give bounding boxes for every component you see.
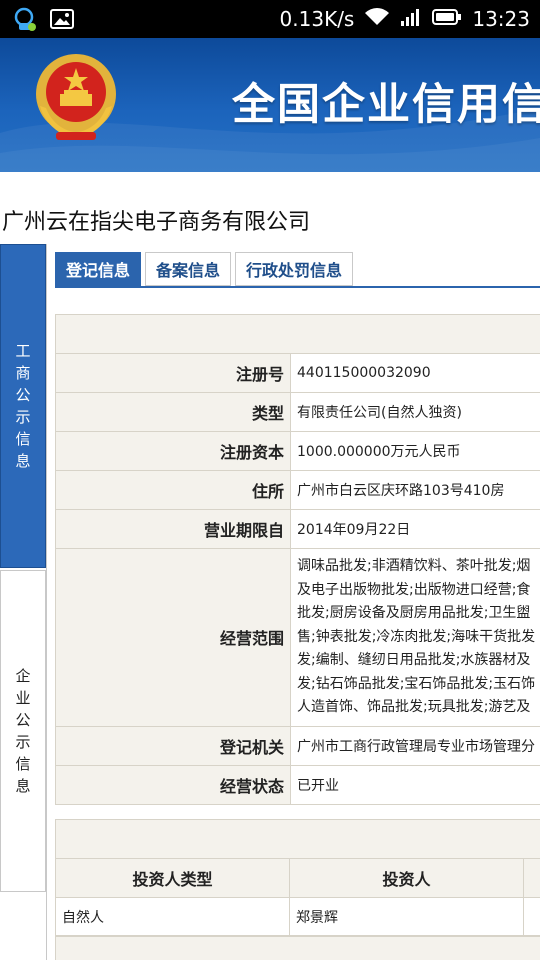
table-row: 类型 有限责任公司(自然人独资): [55, 392, 540, 432]
site-banner: 全国企业信用信: [0, 38, 540, 172]
sidebar-char: 信: [15, 755, 31, 773]
status-bar-left: [12, 6, 74, 36]
field-value: 有限责任公司(自然人独资): [290, 392, 540, 432]
column-header-more: [523, 858, 540, 898]
tab-filing-info[interactable]: 备案信息: [145, 252, 232, 286]
scope-line: 批发;厨房设备及厨房用品批发;卫生盥: [297, 605, 531, 621]
network-speed: 0.13K/s: [279, 7, 355, 31]
section-footer: [55, 936, 540, 960]
battery-icon: [432, 7, 462, 31]
scope-line: 人造首饰、饰品批发;玩具批发;游艺及: [297, 699, 531, 715]
field-label: 登记机关: [55, 725, 291, 766]
column-header-investor: 投资人: [289, 858, 524, 898]
table-row: 营业期限自 2014年09月22日: [55, 509, 540, 549]
table-row: 登记机关 广州市工商行政管理局专业市场管理分: [55, 725, 540, 766]
banner-title: 全国企业信用信: [232, 80, 540, 130]
investor-section-header: [55, 819, 540, 859]
field-value: 2014年09月22日: [290, 509, 540, 549]
sidebar-char: 企: [15, 667, 31, 685]
sidebar-char: 息: [15, 452, 31, 470]
field-label: 经营范围: [55, 548, 291, 727]
table-row: 注册资本 1000.000000万元人民币: [55, 431, 540, 471]
investor-type-cell: 自然人: [55, 897, 290, 936]
field-value: 广州市白云区庆环路103号410房: [290, 470, 540, 510]
status-bar: 0.13K/s 13:23: [0, 0, 540, 38]
sidebar-char: 示: [15, 408, 31, 426]
investor-name-cell: 郑景辉: [289, 897, 524, 936]
image-icon: [50, 8, 74, 34]
sidebar-item-enterprise-disclosure[interactable]: 企 业 公 示 信 息: [0, 570, 46, 892]
sidebar-char: 示: [15, 733, 31, 751]
tab-penalty-info[interactable]: 行政处罚信息: [235, 252, 354, 286]
signal-icon: [400, 7, 422, 32]
table-header-row: 投资人类型 投资人: [55, 858, 540, 898]
wifi-icon: [364, 7, 390, 32]
table-row: 自然人 郑景辉: [55, 897, 540, 936]
notification-app-icon: [12, 6, 38, 36]
status-bar-right: 0.13K/s 13:23: [280, 0, 530, 38]
table-row: 住所 广州市白云区庆环路103号410房: [55, 470, 540, 510]
field-value: 已开业: [290, 764, 540, 805]
table-row: 经营范围 调味品批发;非酒精饮料、茶叶批发;烟 及电子出版物批发;出版物进口经营…: [55, 548, 540, 727]
tab-registration-info[interactable]: 登记信息: [55, 252, 142, 286]
registration-section-header: [55, 314, 540, 354]
sidebar-item-business-disclosure[interactable]: 工 商 公 示 信 息: [0, 244, 46, 568]
scope-line: 调味品批发;非酒精饮料、茶叶批发;烟: [297, 558, 531, 574]
field-label: 经营状态: [55, 764, 291, 805]
scope-line: 发;编制、缝纫日用品批发;水族器材及: [297, 652, 531, 668]
business-scope-value: 调味品批发;非酒精饮料、茶叶批发;烟 及电子出版物批发;出版物进口经营;食 批发…: [290, 548, 540, 727]
scope-line: 及电子出版物批发;出版物进口经营;食: [297, 581, 531, 598]
sidebar-char: 工: [15, 342, 31, 360]
sidebar-char: 息: [15, 777, 31, 795]
national-emblem-icon: [36, 54, 116, 140]
scope-line: 售;钟表批发;冷冻肉批发;海味干货批发: [297, 628, 536, 645]
sidebar-char: 商: [15, 364, 31, 382]
tab-underline: [55, 286, 540, 288]
registration-table: 注册号 440115000032090 类型 有限责任公司(自然人独资) 注册资…: [55, 353, 540, 805]
investor-table: 投资人类型 投资人 自然人 郑景辉: [55, 858, 540, 936]
field-label: 住所: [55, 470, 291, 510]
field-value: 440115000032090: [290, 353, 540, 393]
sidebar-divider: [46, 244, 47, 960]
sidebar-char: 公: [15, 711, 31, 729]
table-row: 注册号 440115000032090: [55, 353, 540, 393]
investor-extra-cell: [523, 897, 540, 936]
scope-line: 发;钻石饰品批发;宝石饰品批发;玉石饰: [297, 675, 536, 692]
sidebar-char: 公: [15, 386, 31, 404]
tab-bar: 登记信息 备案信息 行政处罚信息: [55, 252, 354, 287]
field-value: 1000.000000万元人民币: [290, 431, 540, 471]
sidebar-char: 信: [15, 430, 31, 448]
table-row: 经营状态 已开业: [55, 764, 540, 805]
field-label: 注册号: [55, 353, 291, 393]
field-value: 广州市工商行政管理局专业市场管理分: [290, 725, 540, 766]
sidebar-char: 业: [15, 689, 31, 707]
column-header-investor-type: 投资人类型: [55, 858, 290, 898]
field-label: 营业期限自: [55, 509, 291, 549]
field-label: 注册资本: [55, 431, 291, 471]
clock: 13:23: [472, 7, 530, 31]
company-name: 广州云在指尖电子商务有限公司: [2, 210, 311, 235]
field-label: 类型: [55, 392, 291, 432]
